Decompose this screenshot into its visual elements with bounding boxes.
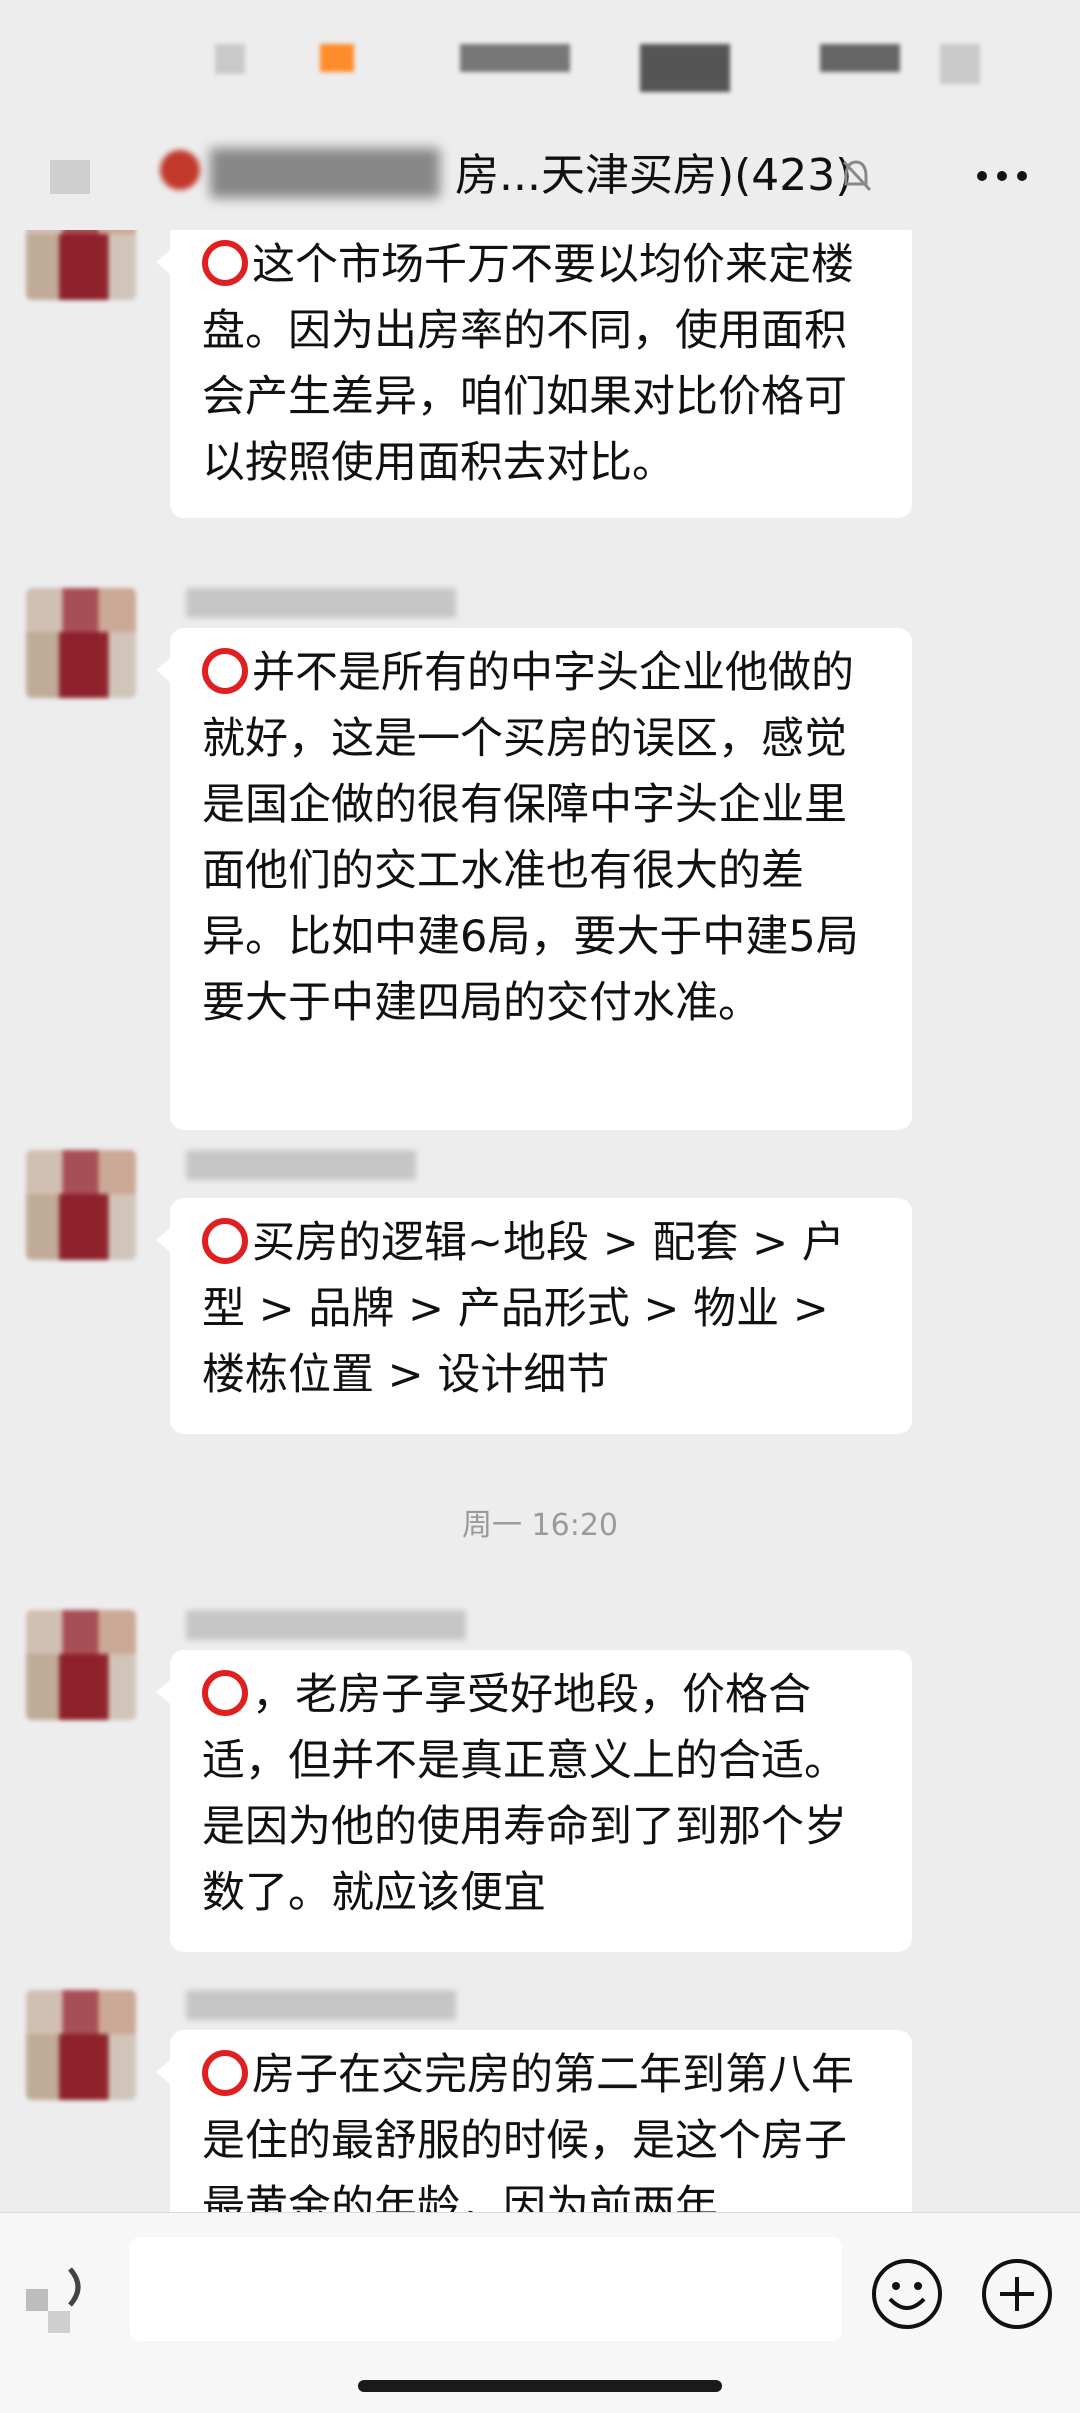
status-blur <box>640 44 730 92</box>
red-circle-icon <box>202 1218 248 1264</box>
status-blur <box>940 44 980 84</box>
message-bubble[interactable]: 这个市场千万不要以均价来定楼盘。因为出房率的不同，使用面积会产生差异，咱们如果对… <box>156 230 912 518</box>
message-text: 并不是所有的中字头企业他做的就好，这是一个买房的误区，感觉是国企做的很有保障中字… <box>202 648 859 1028</box>
sender-name-obscured <box>186 1990 456 2020</box>
status-blur <box>820 44 900 72</box>
plus-icon[interactable] <box>978 2255 1056 2333</box>
chat-header: 房...天津买房)(423) <box>0 120 1080 230</box>
bell-muted-icon <box>842 160 872 192</box>
status-blur <box>215 44 245 74</box>
red-circle-icon <box>202 2050 248 2096</box>
message-bubble[interactable]: 房子在交完房的第二年到第八年是住的最舒服的时候，是这个房子最黄金的年龄，因为前两… <box>156 2030 912 2212</box>
avatar[interactable] <box>26 1990 136 2100</box>
status-bar <box>0 0 1080 120</box>
red-circle-icon <box>202 1670 248 1716</box>
message-bubble[interactable]: 买房的逻辑~地段 > 配套 > 户型 > 品牌 > 产品形式 > 物业 > 楼栋… <box>156 1198 912 1434</box>
back-arrow-icon[interactable] <box>40 140 110 210</box>
status-blur <box>320 44 354 72</box>
message-list[interactable]: 这个市场千万不要以均价来定楼盘。因为出房率的不同，使用面积会产生差异，咱们如果对… <box>0 230 1080 2212</box>
message-text: ，老房子享受好地段，价格合适，但并不是真正意义上的合适。是因为他的使用寿命到了到… <box>202 1670 847 1918</box>
avatar[interactable] <box>26 1150 136 1260</box>
avatar[interactable] <box>26 1610 136 1720</box>
message-bubble[interactable]: 并不是所有的中字头企业他做的就好，这是一个买房的误区，感觉是国企做的很有保障中字… <box>156 628 912 1130</box>
message-text: 房子在交完房的第二年到第八年是住的最舒服的时候，是这个房子最黄金的年龄，因为前两… <box>202 2050 854 2212</box>
red-circle-icon <box>202 648 248 694</box>
status-blur <box>460 44 570 72</box>
home-indicator[interactable] <box>358 2380 722 2392</box>
message-bubble[interactable]: ，老房子享受好地段，价格合适，但并不是真正意义上的合适。是因为他的使用寿命到了到… <box>156 1650 912 1952</box>
message-text: 这个市场千万不要以均价来定楼盘。因为出房率的不同，使用面积会产生差异，咱们如果对… <box>202 240 854 488</box>
more-icon[interactable] <box>972 156 1032 196</box>
chat-title: 房...天津买房)(423) <box>455 150 853 201</box>
message-text: 买房的逻辑~地段 > 配套 > 户型 > 品牌 > 产品形式 > 物业 > 楼栋… <box>202 1218 845 1400</box>
sender-name-obscured <box>186 1610 466 1640</box>
avatar[interactable] <box>26 230 136 300</box>
timestamp: 周一 16:20 <box>462 1508 618 1543</box>
emoji-icon[interactable] <box>868 2255 946 2333</box>
group-avatar <box>160 150 200 190</box>
sender-name-obscured <box>186 1150 416 1180</box>
red-circle-icon <box>202 240 248 286</box>
avatar[interactable] <box>26 588 136 698</box>
message-input[interactable] <box>130 2237 842 2341</box>
voice-icon[interactable] <box>22 2259 106 2343</box>
title-obscured <box>210 148 440 198</box>
sender-name-obscured <box>186 588 456 618</box>
